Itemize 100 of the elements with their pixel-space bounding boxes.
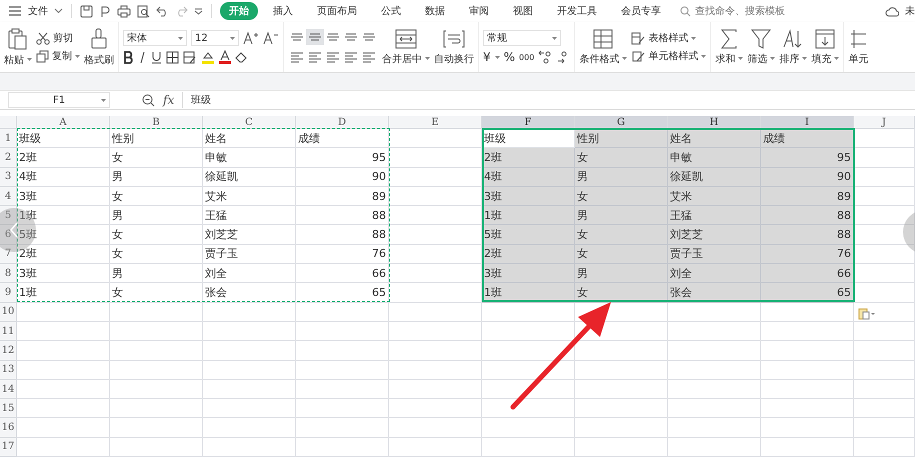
print-preview-icon[interactable] <box>137 4 150 18</box>
row-header[interactable]: 14 <box>0 380 17 400</box>
sum-button[interactable]: 求和 <box>715 28 744 66</box>
number-format-field[interactable]: 常规 <box>483 30 561 46</box>
row-header[interactable]: 4 <box>0 186 17 206</box>
row-header[interactable]: 2 <box>0 148 17 168</box>
row-header[interactable]: 9 <box>0 283 17 303</box>
wrap-text-button[interactable]: 自动换行 <box>434 28 474 66</box>
column-header[interactable]: C <box>203 116 296 129</box>
row-header[interactable]: 1 <box>0 129 17 148</box>
ribbon-tab[interactable]: 开发工具 <box>548 2 606 20</box>
paste-button[interactable]: 粘贴 <box>4 28 32 66</box>
row-header[interactable]: 15 <box>0 399 17 418</box>
table-cell <box>854 129 915 148</box>
table-cell: 1班 <box>17 206 110 226</box>
italic-icon[interactable] <box>138 50 147 64</box>
sort-button[interactable]: 排序 <box>779 28 808 66</box>
undo-icon[interactable] <box>156 6 169 16</box>
caret-icon <box>425 57 430 60</box>
row-header[interactable]: 17 <box>0 438 17 458</box>
chevron-down-icon[interactable] <box>54 8 63 14</box>
shrink-font-icon[interactable] <box>263 31 279 45</box>
search-icon <box>680 6 691 16</box>
table-cell: 班级 <box>17 129 110 148</box>
table-cell: 成绩 <box>761 129 854 148</box>
table-cell: 5班 <box>482 225 575 245</box>
column-header[interactable]: H <box>668 116 761 129</box>
ribbon-tab[interactable]: 数据 <box>416 2 454 20</box>
funnel-icon <box>751 28 772 48</box>
increase-decimal-icon[interactable] <box>538 50 552 64</box>
ribbon-tab[interactable]: 视图 <box>504 2 542 20</box>
row-header[interactable]: 12 <box>0 341 17 361</box>
thousands-button[interactable]: 000 <box>519 52 534 62</box>
align-icon[interactable] <box>306 29 324 45</box>
row-header[interactable]: 3 <box>0 168 17 187</box>
table-cell: 95 <box>296 148 389 168</box>
column-header[interactable]: D <box>296 116 389 129</box>
table-cell: 90 <box>761 168 854 187</box>
font-color-icon[interactable] <box>219 50 231 64</box>
column-header[interactable]: A <box>17 116 110 129</box>
cell-style-button[interactable]: 单元格样式 <box>631 49 706 63</box>
caret-icon <box>178 36 183 40</box>
font-name-field[interactable]: 宋体 <box>123 30 187 46</box>
row-header[interactable]: 13 <box>0 360 17 380</box>
cell-format-icon[interactable] <box>183 50 197 64</box>
borders-icon[interactable] <box>166 50 179 64</box>
function-icon[interactable]: fx <box>163 93 174 107</box>
conditional-format-button[interactable]: 条件格式 <box>579 28 628 66</box>
row-header[interactable]: 16 <box>0 418 17 438</box>
percent-button[interactable]: % <box>504 50 516 64</box>
cell-button[interactable]: 单元 <box>848 28 868 66</box>
row-header[interactable]: 11 <box>0 322 17 342</box>
table-cell <box>854 341 915 361</box>
copy-button[interactable]: 复制 <box>36 49 80 63</box>
underline-icon[interactable] <box>151 50 162 64</box>
ribbon-tab[interactable]: 页面布局 <box>308 2 366 20</box>
column-header[interactable]: B <box>110 116 203 129</box>
grow-font-icon[interactable] <box>243 31 259 45</box>
ribbon-tab[interactable]: 会员专享 <box>612 2 670 20</box>
filter-button[interactable]: 筛选 <box>747 28 776 66</box>
column-header[interactable]: J <box>854 116 915 129</box>
font-size-field[interactable]: 12 <box>191 30 239 46</box>
row-header[interactable]: 10 <box>0 302 17 322</box>
table-cell: 3班 <box>17 186 110 206</box>
dropdown-icon[interactable] <box>194 8 203 14</box>
cut-button[interactable]: 剪切 <box>36 31 80 45</box>
column-header[interactable]: I <box>761 116 854 129</box>
print-icon[interactable] <box>117 4 131 18</box>
cloud-icon[interactable] <box>885 6 899 16</box>
save-icon[interactable] <box>80 4 93 18</box>
cell-icon <box>850 28 866 48</box>
paste-options-icon[interactable] <box>858 308 876 320</box>
table-cell: 性别 <box>110 129 203 148</box>
bold-icon[interactable] <box>123 50 134 64</box>
menu-icon[interactable] <box>8 5 22 17</box>
table-style-button[interactable]: 表格样式 <box>631 31 706 45</box>
ribbon-tab[interactable]: 审阅 <box>460 2 498 20</box>
currency-button[interactable]: ¥ <box>483 50 491 64</box>
format-painter-button[interactable]: 格式刷 <box>84 28 114 66</box>
zoom-icon[interactable] <box>142 94 155 106</box>
eraser-icon[interactable] <box>235 51 249 63</box>
table-cell: 76 <box>296 244 389 264</box>
formula-field[interactable]: 班级 <box>182 92 915 108</box>
file-menu[interactable]: 文件 <box>28 4 48 18</box>
table-cell: 男 <box>575 264 668 284</box>
table-cell: 女 <box>575 225 668 245</box>
table-cell: 88 <box>296 225 389 245</box>
name-box[interactable]: F1 <box>8 92 110 108</box>
ribbon-tab[interactable]: 插入 <box>264 2 302 20</box>
fill-color-icon[interactable] <box>201 50 215 64</box>
command-search[interactable]: 查找命令、搜索模板 <box>680 4 815 18</box>
merge-center-button[interactable]: 合并居中 <box>382 28 430 66</box>
column-header[interactable]: F <box>482 116 575 129</box>
ribbon-tab[interactable]: 公式 <box>372 2 410 20</box>
caret-icon[interactable] <box>494 56 500 58</box>
row-header[interactable]: 8 <box>0 264 17 284</box>
column-header[interactable]: G <box>575 116 668 129</box>
cloud-status[interactable]: 未 <box>905 4 915 18</box>
column-header[interactable]: E <box>389 116 482 129</box>
fill-button[interactable]: 填充 <box>811 28 840 66</box>
